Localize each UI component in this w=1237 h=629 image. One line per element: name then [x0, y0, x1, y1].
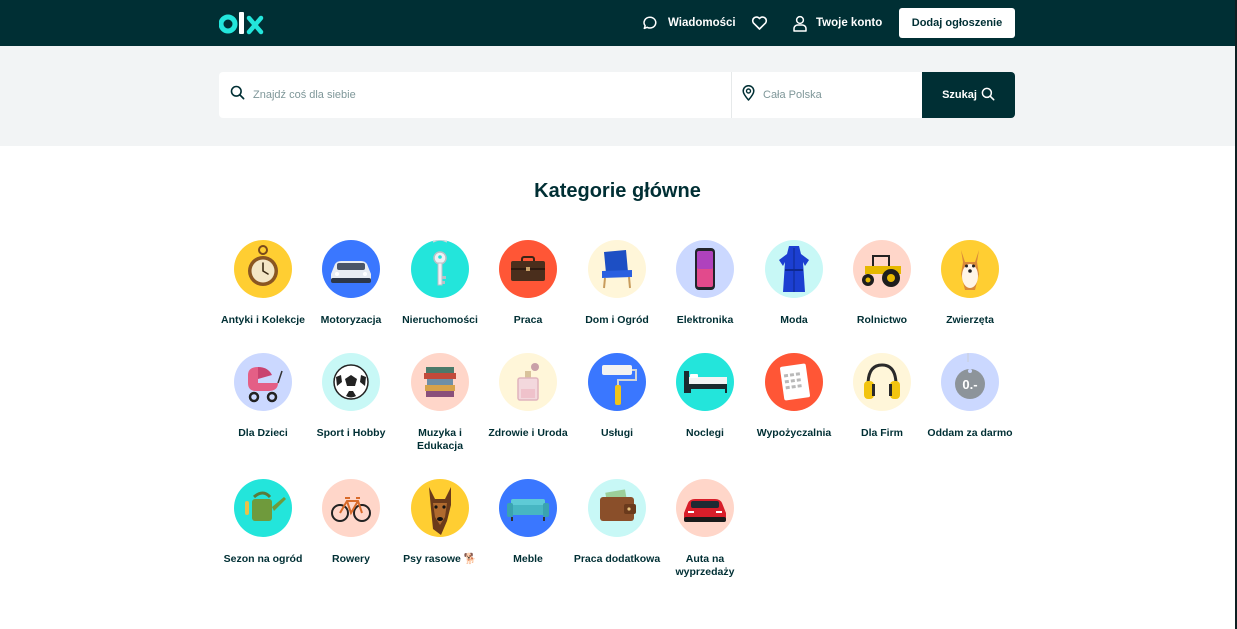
category-services[interactable]: Usługi	[572, 353, 662, 440]
paint-roller-icon	[588, 353, 646, 411]
car-icon	[322, 240, 380, 298]
german-shepherd-icon	[411, 479, 469, 537]
category-dogs[interactable]: Psy rasowe 🐕	[395, 479, 485, 566]
category-label: Rowery	[332, 553, 370, 565]
category-garden-season[interactable]: Sezon na ogród	[218, 479, 308, 566]
category-label: Nieruchomości	[402, 314, 478, 326]
category-home-garden[interactable]: Dom i Ogród	[572, 240, 662, 327]
category-label: Sport i Hobby	[316, 427, 386, 439]
search-icon	[981, 87, 995, 104]
category-sport[interactable]: Sport i Hobby	[306, 353, 396, 440]
category-label: Antyki i Kolekcje	[220, 314, 306, 326]
watering-can-icon	[234, 479, 292, 537]
price-tag-icon: 0.-	[941, 353, 999, 411]
category-label: Praca	[513, 314, 543, 326]
category-label: Usługi	[600, 427, 634, 439]
messages-label: Wiadomości	[668, 17, 736, 29]
key-icon	[411, 240, 469, 298]
calendar-icon	[765, 353, 823, 411]
heart-icon	[751, 15, 768, 31]
tractor-icon	[853, 240, 911, 298]
football-icon	[322, 353, 380, 411]
category-label: Sezon na ogród	[223, 553, 303, 565]
category-label: Psy rasowe 🐕	[403, 553, 477, 565]
category-label: Oddam za darmo	[927, 427, 1013, 439]
category-label: Zdrowie i Uroda	[488, 427, 568, 439]
category-real-estate[interactable]: Nieruchomości	[395, 240, 485, 327]
category-label: Elektronika	[676, 314, 734, 326]
category-side-jobs[interactable]: Praca dodatkowa	[572, 479, 662, 566]
top-navigation-bar: Wiadomości Twoje konto Dodaj ogłoszenie	[0, 0, 1235, 46]
category-label: Auta na wyprzedaży	[675, 553, 735, 578]
category-kids[interactable]: Dla Dzieci	[218, 353, 308, 440]
category-label: Moda	[780, 314, 808, 326]
user-icon	[792, 15, 808, 32]
category-animals[interactable]: Zwierzęta	[925, 240, 1015, 327]
account-link[interactable]: Twoje konto	[792, 0, 882, 46]
category-accommodation[interactable]: Noclegi	[660, 353, 750, 440]
category-health-beauty[interactable]: Zdrowie i Uroda	[483, 353, 573, 440]
favorites-button[interactable]	[751, 0, 768, 46]
category-music-education[interactable]: Muzyka i Edukacja	[395, 353, 485, 453]
category-electronics[interactable]: Elektronika	[660, 240, 750, 327]
category-automotive[interactable]: Motoryzacja	[306, 240, 396, 327]
smartphone-icon	[676, 240, 734, 298]
search-section: Znajdź coś dla siebie Cała Polska Szukaj	[0, 46, 1235, 146]
location-value: Cała Polska	[763, 89, 822, 101]
category-free-stuff[interactable]: 0.- Oddam za darmo	[925, 353, 1015, 440]
armchair-icon	[588, 240, 646, 298]
search-button-label: Szukaj	[942, 89, 977, 101]
wallet-icon	[588, 479, 646, 537]
search-button[interactable]: Szukaj	[922, 72, 1015, 118]
category-label: Praca dodatkowa	[573, 553, 661, 565]
category-label: Muzyka i Edukacja	[416, 427, 464, 452]
category-furniture[interactable]: Meble	[483, 479, 573, 566]
category-label: Zwierzęta	[946, 314, 994, 326]
category-bicycles[interactable]: Rowery	[306, 479, 396, 566]
account-label: Twoje konto	[816, 17, 883, 29]
category-agriculture[interactable]: Rolnictwo	[837, 240, 927, 327]
category-business[interactable]: Dla Firm	[837, 353, 927, 440]
chat-bubble-icon	[642, 15, 658, 31]
search-form: Znajdź coś dla siebie Cała Polska Szukaj	[219, 72, 1015, 118]
bicycle-icon	[322, 479, 380, 537]
category-label: Wypożyczalnia	[756, 427, 832, 439]
category-label: Noclegi	[686, 427, 724, 439]
briefcase-icon	[499, 240, 557, 298]
messages-link[interactable]: Wiadomości	[642, 0, 736, 46]
dress-icon	[765, 240, 823, 298]
price-tag-text: 0.-	[962, 377, 977, 392]
perfume-icon	[499, 353, 557, 411]
pocket-watch-icon	[234, 240, 292, 298]
location-pin-icon	[742, 84, 755, 106]
category-label: Dom i Ogród	[585, 314, 649, 326]
location-input[interactable]: Cała Polska	[731, 72, 922, 118]
add-listing-button[interactable]: Dodaj ogłoszenie	[899, 8, 1015, 38]
category-fashion[interactable]: Moda	[749, 240, 839, 327]
category-label: Rolnictwo	[856, 314, 908, 326]
category-cars-on-sale[interactable]: Auta na wyprzedaży	[660, 479, 750, 579]
category-label: Dla Dzieci	[238, 427, 288, 439]
dog-icon	[941, 240, 999, 298]
bed-icon	[676, 353, 734, 411]
category-label: Motoryzacja	[320, 314, 382, 326]
page-title: Kategorie główne	[534, 180, 701, 202]
books-icon	[411, 353, 469, 411]
sofa-icon	[499, 479, 557, 537]
category-label: Dla Firm	[860, 427, 903, 439]
category-rental[interactable]: Wypożyczalnia	[749, 353, 839, 440]
headphones-icon	[853, 353, 911, 411]
category-label: Meble	[513, 553, 543, 565]
search-icon	[230, 85, 245, 105]
stroller-icon	[234, 353, 292, 411]
category-antiques[interactable]: Antyki i Kolekcje	[218, 240, 308, 327]
search-input-placeholder: Znajdź coś dla siebie	[253, 89, 356, 101]
olx-logo[interactable]	[219, 9, 269, 37]
category-jobs[interactable]: Praca	[483, 240, 573, 327]
red-car-icon	[676, 479, 734, 537]
search-input[interactable]: Znajdź coś dla siebie	[219, 72, 731, 118]
